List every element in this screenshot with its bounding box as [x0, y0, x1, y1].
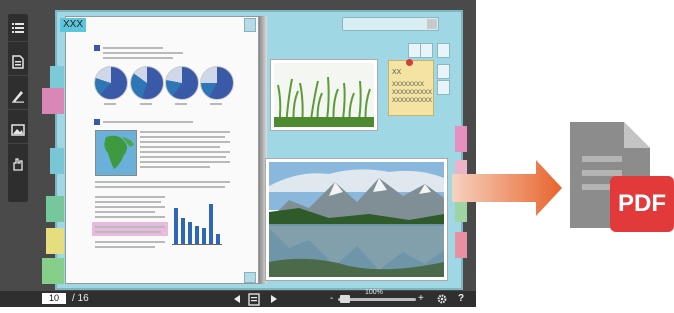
- thumbnail-icon[interactable]: [437, 43, 450, 58]
- text-line: [140, 141, 230, 143]
- thumbnail-icon[interactable]: [420, 43, 433, 58]
- page-tab[interactable]: [42, 258, 64, 284]
- bottom-navigation-bar: 10 / 16 - 100% + ?: [0, 289, 476, 307]
- total-pages: / 16: [72, 293, 89, 304]
- text-line: [95, 226, 165, 228]
- convert-arrow-icon: [452, 160, 562, 216]
- thumbnail-icon[interactable]: [437, 80, 450, 95]
- highlighted-text[interactable]: [92, 222, 168, 236]
- text-line: [95, 211, 155, 213]
- mountain-lake-photo[interactable]: [265, 158, 448, 281]
- pie-chart-graphic: [165, 66, 199, 100]
- text-line: [103, 121, 193, 123]
- next-page-icon[interactable]: [270, 291, 278, 307]
- page-tab[interactable]: [42, 88, 64, 114]
- text-line: [140, 146, 220, 148]
- page-corner-icon[interactable]: [244, 272, 256, 283]
- thumbnail-icon[interactable]: [437, 64, 450, 79]
- section-bullet: [94, 45, 100, 51]
- world-map-image: [95, 130, 137, 176]
- settings-gear-icon[interactable]: [437, 291, 447, 307]
- page-tab[interactable]: [46, 196, 64, 222]
- zoom-level: 100%: [365, 289, 383, 296]
- zoom-in-button[interactable]: +: [418, 291, 424, 307]
- text-line: [175, 103, 187, 105]
- text-line: [95, 181, 230, 183]
- text-line: [95, 201, 161, 203]
- help-button[interactable]: ?: [458, 291, 464, 307]
- text-line: [140, 156, 226, 158]
- pie-chart-graphic: [94, 66, 128, 100]
- note-line: XXXXXXXXXX: [392, 90, 433, 96]
- text-line: [103, 47, 163, 49]
- text-line: [103, 52, 183, 54]
- menu-list-icon[interactable]: [8, 14, 28, 42]
- side-toolbar: [8, 14, 28, 202]
- text-line: [95, 186, 225, 188]
- image-icon[interactable]: [8, 116, 28, 144]
- text-line: [95, 246, 155, 248]
- text-line: [140, 103, 152, 105]
- pdf-label: PDF: [618, 190, 666, 217]
- current-page-input[interactable]: 10: [42, 293, 66, 304]
- page-tab[interactable]: [455, 232, 467, 258]
- pie-chart-graphic: [130, 66, 164, 100]
- note-title: XX: [392, 69, 402, 76]
- text-line: [95, 241, 165, 243]
- prev-page-icon[interactable]: [233, 291, 241, 307]
- pen-icon[interactable]: [8, 82, 28, 110]
- text-line: [140, 151, 230, 153]
- zoom-slider-thumb[interactable]: [340, 295, 350, 303]
- section-bullet: [94, 119, 100, 125]
- page-tab[interactable]: [50, 148, 64, 174]
- note-line: XXXXXXXXXX: [392, 98, 433, 104]
- text-line: [104, 103, 116, 105]
- page-tab[interactable]: [46, 228, 64, 254]
- page-title-label: XXX: [60, 18, 86, 32]
- pdf-file-icon: PDF: [566, 118, 674, 243]
- hand-icon[interactable]: [8, 150, 28, 178]
- text-line: [140, 131, 230, 133]
- pie-chart-graphic: [200, 66, 234, 100]
- search-icon[interactable]: [427, 19, 437, 29]
- pin-icon: [406, 59, 413, 66]
- note-line: XXXXXXXX: [392, 82, 425, 88]
- text-line: [140, 161, 230, 163]
- text-line: [140, 166, 210, 168]
- page-tab[interactable]: [455, 126, 467, 152]
- document-icon[interactable]: [8, 48, 28, 76]
- text-line: [95, 206, 165, 208]
- page-list-icon[interactable]: [248, 291, 260, 307]
- sticky-note[interactable]: XX XXXXXXXX XXXXXXXXXX XXXXXXXXXX: [388, 59, 434, 116]
- text-line: [103, 57, 173, 59]
- grass-photo[interactable]: [270, 59, 378, 131]
- text-line: [140, 136, 225, 138]
- text-line: [95, 216, 165, 218]
- text-line: [210, 103, 222, 105]
- zoom-out-button[interactable]: -: [330, 291, 333, 307]
- text-line: [95, 196, 165, 198]
- page-corner-icon[interactable]: [244, 18, 256, 32]
- text-line: [95, 231, 161, 233]
- ebook-viewer-window: XXX XX XXXXXXXX XXXXXXXXXX XXXXXXXXXX 10…: [0, 0, 476, 307]
- search-input[interactable]: [342, 17, 439, 31]
- bar-chart-graphic: [172, 204, 222, 245]
